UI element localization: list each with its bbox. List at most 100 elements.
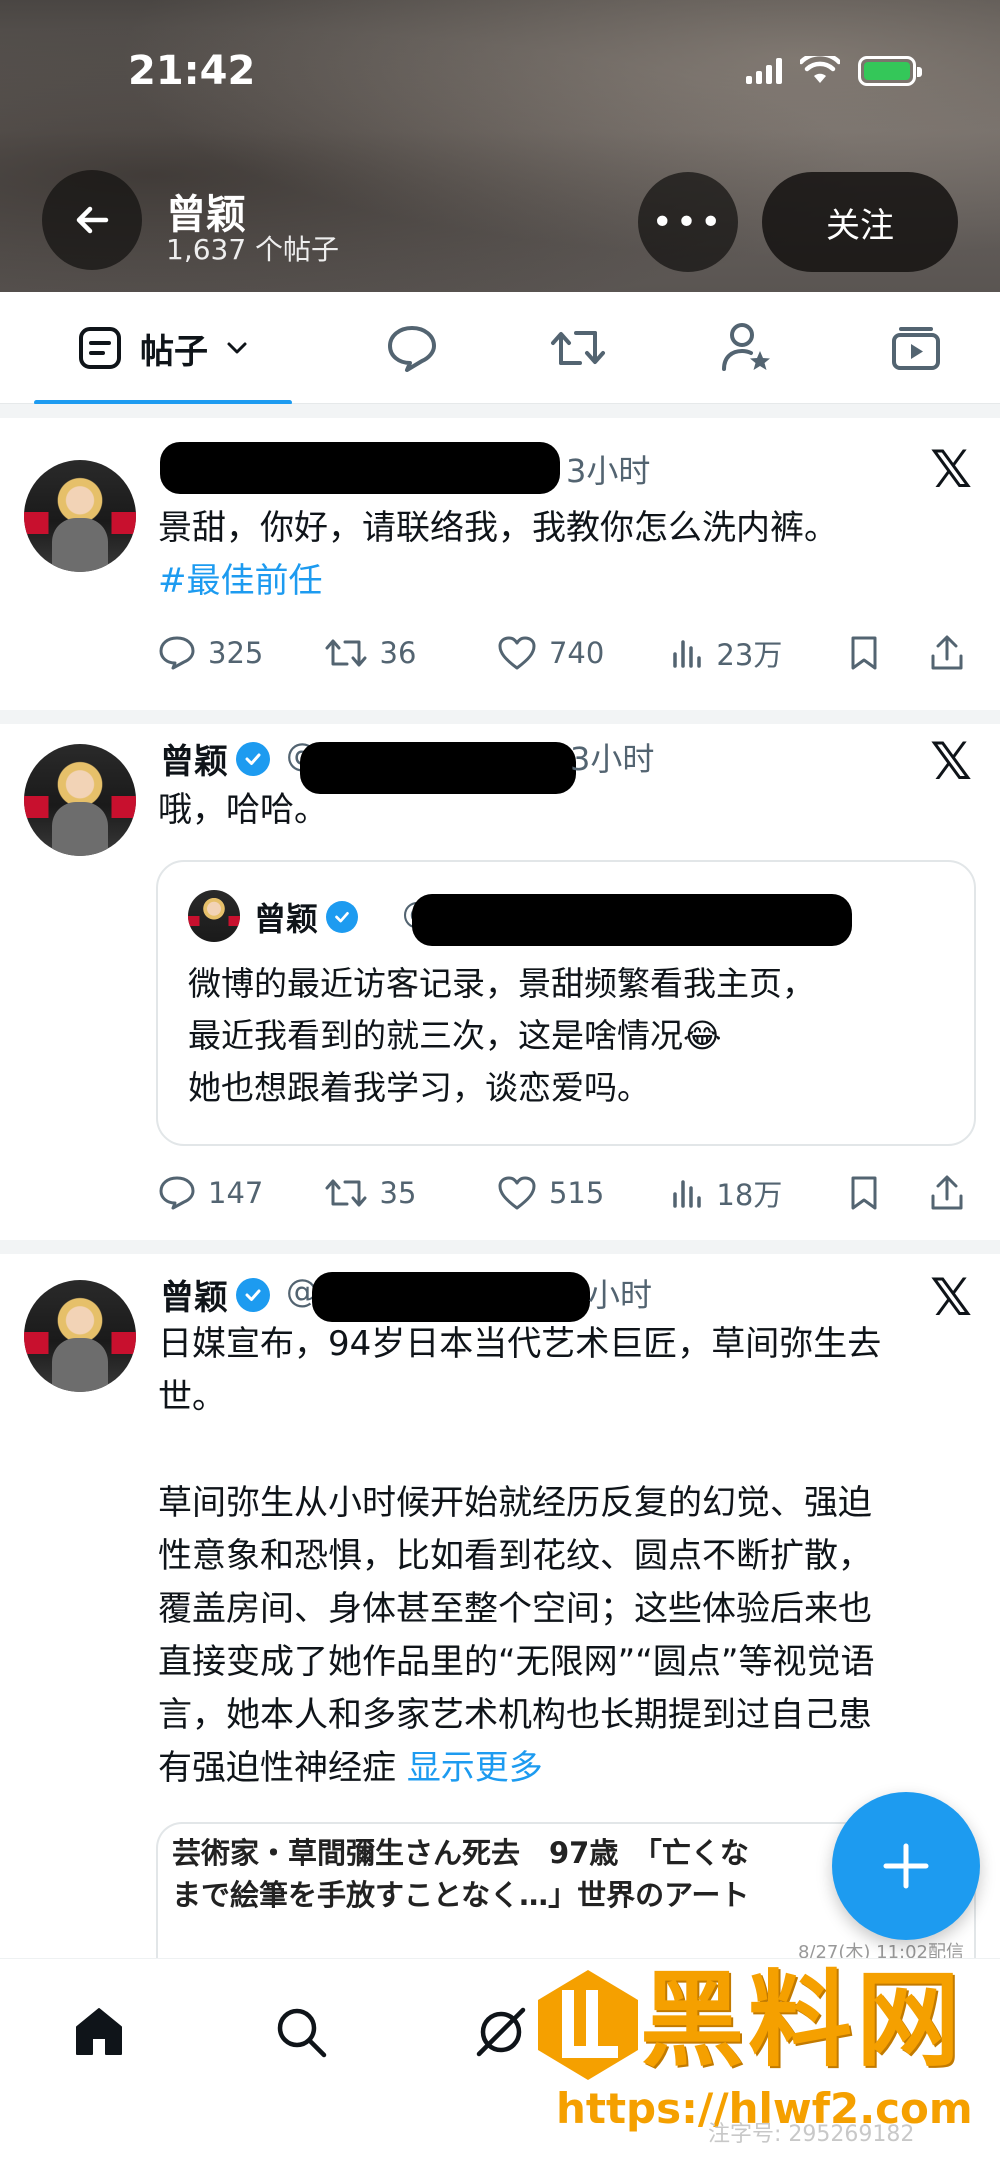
bookmark-button[interactable]	[848, 634, 929, 672]
posts-icon	[79, 327, 121, 369]
grok-icon	[476, 2007, 526, 2057]
reply-bubble-icon	[388, 326, 436, 372]
divider	[0, 1240, 1000, 1254]
verified-badge-icon	[326, 901, 359, 933]
show-more-link[interactable]: 显示更多	[407, 1748, 543, 1788]
post-line: 日媒宣布，94岁日本当代艺术巨匠，草间弥生去	[158, 1324, 882, 1364]
tab-reposts[interactable]	[528, 292, 628, 404]
repost-icon	[325, 639, 367, 667]
divider	[0, 404, 1000, 418]
like-count: 740	[548, 636, 605, 670]
redacted-name-handle	[160, 442, 560, 494]
back-button[interactable]	[42, 170, 142, 270]
reply-button[interactable]: 325	[158, 635, 324, 671]
post-actions: 325 36 740 23万	[158, 628, 968, 678]
quote-avatar	[188, 890, 240, 942]
arrow-left-icon	[76, 206, 109, 234]
bookmark-button[interactable]	[848, 1174, 929, 1212]
redacted-handle	[312, 1272, 590, 1322]
reply-icon	[159, 636, 195, 670]
heart-icon	[498, 636, 536, 670]
views-chart-icon	[673, 640, 702, 668]
post-line: 性意象和恐惧，比如看到花纹、圆点不断扩散，	[158, 1536, 872, 1576]
reply-button[interactable]: 147	[158, 1175, 324, 1211]
bookmark-icon	[851, 1176, 877, 1210]
repost-button[interactable]: 36	[324, 636, 497, 670]
quote-line: 微博的最近访客记录，景甜频繁看我主页，	[188, 964, 815, 1003]
share-button[interactable]	[929, 1174, 968, 1212]
quote-line: 她也想跟着我学习，谈恋爱吗。	[188, 1068, 650, 1107]
follow-button[interactable]: 关注	[762, 172, 958, 272]
post-body: 景甜，你好，请联络我，我教你怎么洗内裤。	[158, 508, 838, 548]
person-star-icon	[722, 323, 770, 371]
post-body: 日媒宣布，94岁日本当代艺术巨匠，草间弥生去 世。 草间弥生从小时候开始就经历反…	[158, 1318, 966, 1795]
watermark-title: 黑料网	[640, 1959, 965, 2081]
video-icon	[892, 327, 940, 370]
watermark-id: 注字号: 295269182	[708, 2122, 915, 2147]
quote-text: 微博的最近访客记录，景甜频繁看我主页， 最近我看到的就三次，这是啥情况😂 她也想…	[188, 958, 948, 1114]
reply-icon	[159, 1176, 195, 1210]
chevron-down-icon	[227, 342, 247, 354]
avatar[interactable]	[24, 744, 136, 856]
author-name[interactable]: 曾颖	[160, 1270, 270, 1319]
quote-author-name-text: 曾颖	[254, 900, 319, 938]
post-time: 3小时	[566, 452, 651, 490]
plus-icon	[883, 1843, 929, 1889]
post-card[interactable]: 3小时 𝕏 景甜，你好，请联络我，我教你怎么洗内裤。 #最佳前任 325 36 …	[0, 418, 1000, 710]
repost-button[interactable]: 35	[324, 1176, 497, 1210]
quoted-post[interactable]: 曾颖 @ 微博的最近访客记录，景甜频繁看我主页， 最近我看到的就三次，这是啥情况…	[156, 860, 976, 1146]
post-card[interactable]: 曾颖 @ 3小时 𝕏 哦，哈哈。 曾颖 @ 微博的最近访客记录，景甜频繁看我主页…	[0, 724, 1000, 1240]
views-count: 23万	[716, 638, 783, 672]
bookmark-icon	[851, 636, 877, 670]
post-line-with-more: 有强迫性神经症 显示更多	[158, 1742, 966, 1795]
avatar[interactable]	[24, 460, 136, 572]
post-actions: 147 35 515 18万	[158, 1168, 968, 1218]
like-button[interactable]: 740	[497, 635, 670, 671]
home-icon	[76, 2008, 122, 2055]
post-body: 哦，哈哈。	[158, 790, 328, 830]
tab-subscriptions[interactable]	[696, 292, 796, 404]
wifi-icon	[800, 56, 840, 83]
post-line: 直接变成了她作品里的“无限网”“圆点”等视觉语	[158, 1642, 875, 1682]
author-name[interactable]: 曾颖	[160, 734, 270, 783]
tab-media[interactable]	[866, 292, 966, 404]
search-icon	[277, 2008, 327, 2058]
author-name-text: 曾颖	[160, 742, 228, 782]
avatar[interactable]	[24, 1280, 136, 1392]
tab-replies[interactable]	[362, 292, 462, 404]
watermark-logo-icon	[538, 1970, 638, 2080]
views-button[interactable]: 23万	[670, 632, 847, 674]
x-logo-icon: 𝕏	[930, 732, 972, 792]
hashtag-link[interactable]: #最佳前任	[158, 555, 966, 608]
like-count: 515	[548, 1176, 605, 1210]
more-dots-icon: •••	[651, 201, 725, 243]
post-line: 草间弥生从小时候开始就经历反复的幻觉、强迫	[158, 1483, 872, 1523]
compose-button[interactable]	[832, 1792, 980, 1940]
nav-search[interactable]	[256, 1987, 346, 2077]
tab-posts[interactable]: 帖子	[34, 292, 292, 404]
views-button[interactable]: 18万	[670, 1172, 847, 1214]
post-line: 世。	[158, 1377, 226, 1417]
heart-icon	[498, 1176, 536, 1210]
repost-icon	[551, 331, 605, 365]
reply-count: 325	[208, 636, 264, 670]
like-button[interactable]: 515	[497, 1175, 670, 1211]
author-name-text: 曾颖	[160, 1278, 228, 1318]
post-line: 覆盖房间、身体甚至整个空间；这些体验后来也	[158, 1589, 872, 1629]
share-icon	[931, 635, 963, 670]
post-line: 言，她本人和多家艺术机构也长期提到过自己患	[158, 1695, 872, 1735]
profile-tabs: 帖子	[0, 292, 1000, 405]
post-text: 景甜，你好，请联络我，我教你怎么洗内裤。 #最佳前任	[158, 502, 966, 608]
share-icon	[931, 1175, 963, 1210]
quote-line: 最近我看到的就三次，这是啥情况😂	[188, 1016, 722, 1055]
divider	[0, 710, 1000, 724]
share-button[interactable]	[929, 634, 968, 672]
post-line: 有强迫性神经症	[158, 1748, 407, 1788]
views-chart-icon	[673, 1180, 702, 1208]
views-count: 18万	[716, 1178, 783, 1212]
reply-count: 147	[208, 1176, 264, 1210]
signal-icon	[746, 58, 782, 84]
nav-home[interactable]	[54, 1987, 144, 2077]
repost-icon	[325, 1179, 367, 1207]
more-options-button[interactable]: •••	[638, 172, 738, 272]
